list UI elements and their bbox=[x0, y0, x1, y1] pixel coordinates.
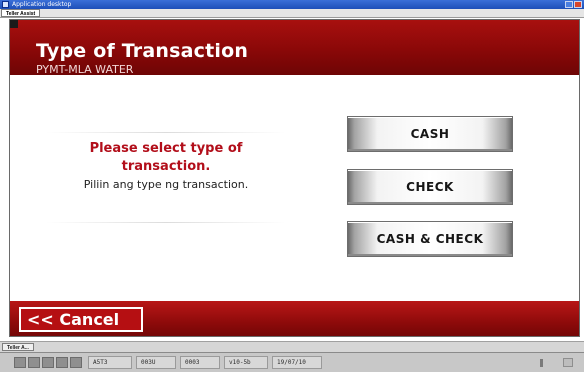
status-indicator-icon bbox=[70, 357, 82, 368]
status-indicator-icon bbox=[563, 358, 573, 367]
divider-top bbox=[46, 132, 286, 133]
status-indicator-icon bbox=[540, 359, 543, 367]
screen-footer: << Cancel bbox=[10, 301, 579, 336]
status-bar: A5T3 003U 0003 v10-5b 19/07/10 bbox=[0, 352, 584, 372]
status-indicator-icon bbox=[56, 357, 68, 368]
page-title: Type of Transaction bbox=[36, 40, 249, 62]
app-frame: Type of Transaction PYMT-MLA WATER Pleas… bbox=[9, 19, 580, 337]
prompt-block: Please select type of transaction. Pilii… bbox=[46, 140, 286, 192]
window-title: Application desktop bbox=[12, 1, 72, 8]
status-indicator-icon bbox=[28, 357, 40, 368]
header-corner bbox=[10, 20, 18, 28]
status-cell-branch: 003U bbox=[136, 356, 176, 369]
prompt-main-text: Please select type of transaction. bbox=[89, 141, 243, 174]
status-cell-date: 19/07/10 bbox=[272, 356, 322, 369]
divider-bottom bbox=[46, 222, 286, 223]
menubar: Teller Assist bbox=[0, 9, 584, 18]
status-indicator-icon bbox=[42, 357, 54, 368]
taskbar-item-teller[interactable]: Teller A... bbox=[2, 343, 34, 351]
screen-header: Type of Transaction PYMT-MLA WATER bbox=[10, 20, 579, 76]
status-cell-user: 0003 bbox=[180, 356, 220, 369]
cancel-button[interactable]: << Cancel bbox=[19, 307, 143, 332]
window-controls bbox=[565, 1, 582, 8]
application-icon bbox=[2, 1, 9, 8]
status-cell-terminal: A5T3 bbox=[88, 356, 132, 369]
status-indicator-icon bbox=[14, 357, 26, 368]
minimize-icon[interactable] bbox=[565, 1, 573, 8]
status-cell-version: v10-5b bbox=[224, 356, 268, 369]
window-titlebar: Application desktop bbox=[0, 0, 584, 9]
page-subtitle: PYMT-MLA WATER bbox=[36, 63, 134, 76]
cash-button[interactable]: CASH bbox=[347, 116, 513, 152]
prompt-sub-text: Piliin ang type ng transaction. bbox=[83, 178, 249, 191]
taskbar: Teller A... bbox=[0, 341, 584, 352]
tab-teller-assist[interactable]: Teller Assist bbox=[1, 9, 41, 17]
close-icon[interactable] bbox=[574, 1, 582, 8]
check-button[interactable]: CHECK bbox=[347, 169, 513, 205]
cash-and-check-button[interactable]: CASH & CHECK bbox=[347, 221, 513, 257]
